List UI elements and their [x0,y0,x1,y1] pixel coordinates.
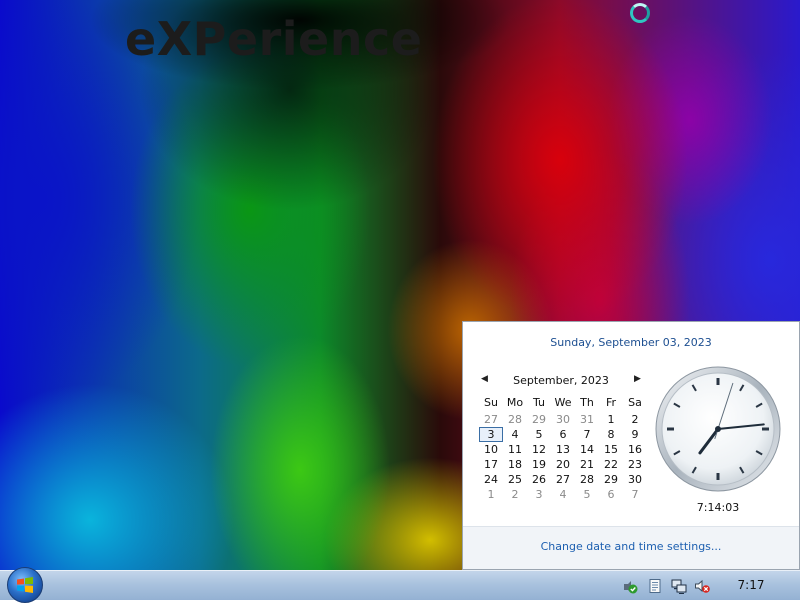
taskbar-clock[interactable]: 7:17 [727,578,775,592]
date-time-flyout: Sunday, September 03, 2023 ◀ September, … [462,321,800,570]
calendar-day[interactable]: 18 [503,457,527,472]
calendar-day[interactable]: 15 [599,442,623,457]
calendar-day[interactable]: 10 [479,442,503,457]
calendar-day[interactable]: 25 [503,472,527,487]
calendar-day[interactable]: 30 [623,472,647,487]
calendar-day[interactable]: 7 [575,427,599,442]
taskbar: 7:17 [0,567,800,603]
calendar-day-header: Th [580,396,594,409]
calendar-day[interactable]: 20 [551,457,575,472]
calendar-adjacent-month-day[interactable]: 1 [479,487,503,502]
calendar-day[interactable]: 9 [623,427,647,442]
network-icon[interactable] [671,578,687,594]
calendar-day[interactable]: 14 [575,442,599,457]
calendar-day-header: Tu [532,396,546,409]
long-date-link[interactable]: Sunday, September 03, 2023 [463,336,799,349]
calendar-adjacent-month-day[interactable]: 31 [575,412,599,427]
calendar-adjacent-month-day[interactable]: 4 [551,487,575,502]
calendar-day[interactable]: 8 [599,427,623,442]
calendar-previous-month-icon[interactable]: ◀ [481,374,488,384]
calendar-day-header: Su [484,396,498,409]
calendar-day[interactable]: 16 [623,442,647,457]
clock-center-pin [715,426,721,432]
change-date-time-settings-link[interactable]: Change date and time settings... [463,540,799,553]
start-button[interactable] [7,567,43,603]
analog-clock [655,366,781,492]
calendar-adjacent-month-day[interactable]: 3 [527,487,551,502]
calendar-day[interactable]: 23 [623,457,647,472]
calendar-day[interactable]: 27 [551,472,575,487]
calendar-month-title[interactable]: September, 2023 [497,374,625,387]
calendar-day[interactable]: 29 [599,472,623,487]
busy-cursor-icon [630,3,650,23]
calendar-adjacent-month-day[interactable]: 28 [503,412,527,427]
digital-time: 7:14:03 [696,501,740,514]
calendar-day[interactable]: 11 [503,442,527,457]
document-icon[interactable] [647,578,663,594]
calendar-day[interactable]: 2 [623,412,647,427]
calendar-day[interactable]: 22 [599,457,623,472]
calendar-day-headers: Su Mo Tu We Th Fr Sa [479,396,647,409]
calendar-adjacent-month-day[interactable]: 2 [503,487,527,502]
calendar-day-header: Fr [605,396,617,409]
calendar-day[interactable]: 26 [527,472,551,487]
calendar-day[interactable]: 5 [527,427,551,442]
calendar-adjacent-month-day[interactable]: 5 [575,487,599,502]
calendar-adjacent-month-day[interactable]: 27 [479,412,503,427]
calendar-adjacent-month-day[interactable]: 7 [623,487,647,502]
calendar-day[interactable]: 4 [503,427,527,442]
calendar-adjacent-month-day[interactable]: 30 [551,412,575,427]
calendar-adjacent-month-day[interactable]: 29 [527,412,551,427]
calendar-day[interactable]: 3 [479,427,503,442]
calendar-day[interactable]: 1 [599,412,623,427]
calendar-day[interactable]: 17 [479,457,503,472]
calendar-day[interactable]: 19 [527,457,551,472]
volume-muted-icon[interactable] [694,578,710,594]
calendar-day[interactable]: 13 [551,442,575,457]
windows-logo-icon [17,577,33,593]
calendar-day[interactable]: 6 [551,427,575,442]
calendar-day[interactable]: 12 [527,442,551,457]
calendar-day-header: Mo [506,396,524,409]
desktop-watermark-text: eXPerience [125,12,423,66]
action-center-icon[interactable] [622,578,638,594]
calendar-day[interactable]: 21 [575,457,599,472]
calendar-day[interactable]: 24 [479,472,503,487]
calendar-day-header: We [554,396,572,409]
calendar-day-header: Sa [628,396,642,409]
calendar-day[interactable]: 28 [575,472,599,487]
calendar-grid: 27 28 29 30 31 1 2 3 4 5 6 7 8 9 10 11 12 13 14 15 16 17 18 19 2… [479,412,647,502]
flyout-footer: Change date and time settings... [463,526,799,569]
calendar-adjacent-month-day[interactable]: 6 [599,487,623,502]
calendar-next-month-icon[interactable]: ▶ [634,374,641,384]
